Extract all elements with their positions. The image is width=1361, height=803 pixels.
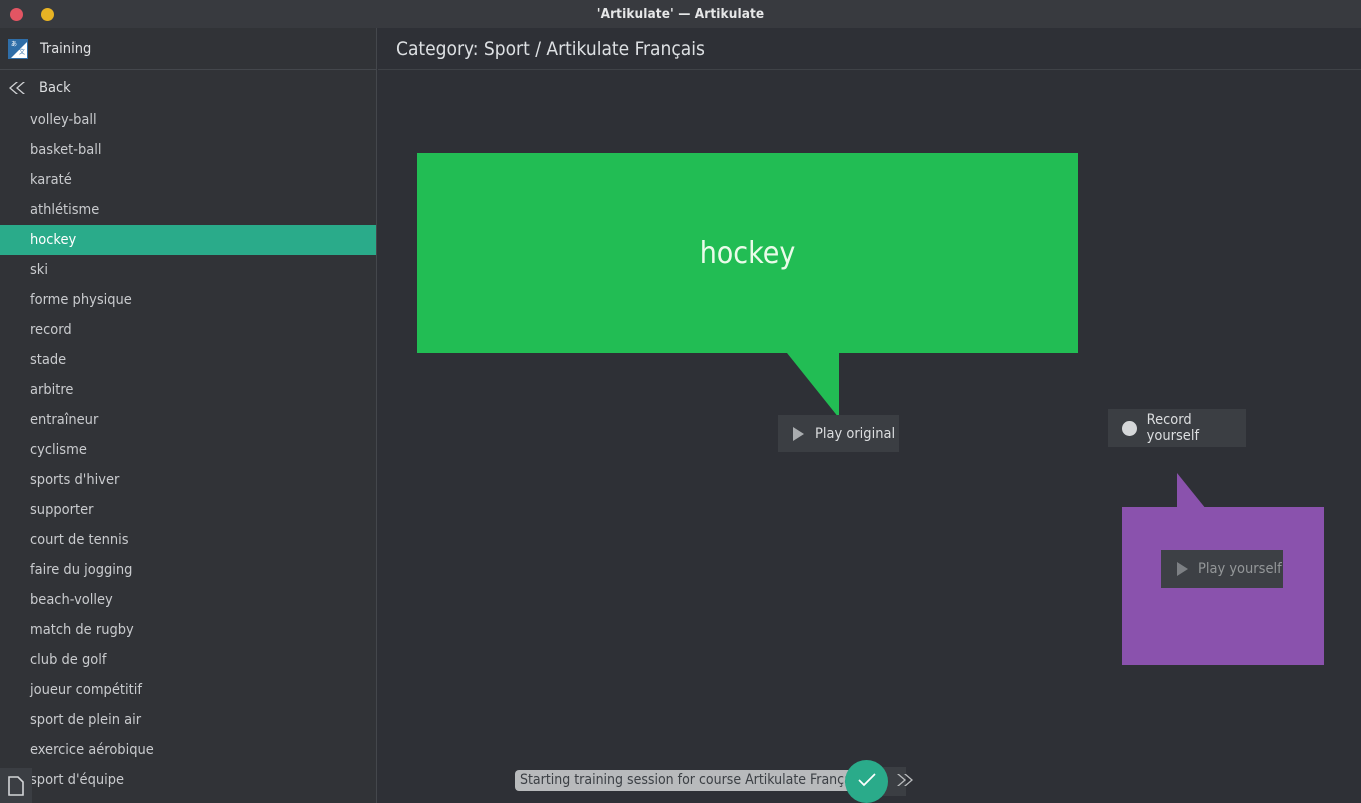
phrase-list-item[interactable]: sport de plein air — [0, 705, 376, 735]
record-circle-icon — [1122, 420, 1137, 436]
back-button[interactable]: Back — [0, 70, 376, 105]
phrase-list-item[interactable]: karaté — [0, 165, 376, 195]
status-bar: Starting training session for course Art… — [378, 759, 1361, 803]
window-title: 'Artikulate' — Artikulate — [596, 6, 765, 22]
training-area: hockey Play original Record yourself Pla… — [378, 70, 1361, 803]
phrase-list[interactable]: volley-ball basket-ball karaté athlétisme ho… — [0, 105, 376, 803]
play-icon — [1177, 562, 1188, 576]
play-yourself-button[interactable]: Play yourself — [1161, 550, 1283, 588]
phrase-list-item[interactable]: forme physique — [0, 285, 376, 315]
phrase-list-item[interactable]: arbitre — [0, 375, 376, 405]
phrase-list-item[interactable]: court de tennis — [0, 525, 376, 555]
play-yourself-label: Play yourself — [1198, 561, 1282, 577]
phrase-list-item[interactable]: volley-ball — [0, 105, 376, 135]
original-phrase-text: hockey — [699, 235, 796, 271]
sidebar-header: あ 文 Training — [0, 28, 376, 70]
category-header: Category: Sport / Artikulate Français — [378, 28, 1361, 70]
phrase-list-item[interactable]: supporter — [0, 495, 376, 525]
double-chevron-left-icon — [6, 77, 28, 99]
play-icon — [793, 426, 804, 441]
phrase-list-item[interactable]: basket-ball — [0, 135, 376, 165]
original-bubble-tail — [787, 353, 839, 418]
sidebar-header-label: Training — [40, 40, 92, 57]
phrase-list-item[interactable]: ski — [0, 255, 376, 285]
sidebar: あ 文 Training Back volley-ball basket-ball… — [0, 28, 377, 803]
phrase-list-item[interactable]: faire du jogging — [0, 555, 376, 585]
skip-button[interactable] — [892, 768, 918, 794]
title-bar: 'Artikulate' — Artikulate — [0, 0, 1361, 28]
artikulate-window: 'Artikulate' — Artikulate あ 文 Training B… — [0, 0, 1361, 803]
phrase-list-item[interactable]: cyclisme — [0, 435, 376, 465]
phrase-list-item[interactable]: sports d'hiver — [0, 465, 376, 495]
phrase-list-item[interactable]: match de rugby — [0, 615, 376, 645]
accept-button[interactable] — [845, 760, 888, 803]
phrase-list-item[interactable]: sport d'équipe — [0, 765, 376, 795]
training-icon: あ 文 — [8, 38, 28, 59]
page-title: Category: Sport / Artikulate Français — [396, 37, 705, 60]
phrase-list-item[interactable]: joueur compétitif — [0, 675, 376, 705]
phrase-list-item[interactable]: stade — [0, 345, 376, 375]
phrase-list-item[interactable]: club de golf — [0, 645, 376, 675]
status-message: Starting training session for course Art… — [515, 770, 871, 791]
phrase-list-item[interactable]: entraîneur — [0, 405, 376, 435]
record-yourself-label: Record yourself — [1146, 412, 1200, 444]
phrase-list-item[interactable]: athlétisme — [0, 195, 376, 225]
record-yourself-button[interactable]: Record yourself — [1108, 409, 1246, 447]
play-original-label: Play original — [815, 425, 896, 442]
back-button-label: Back — [39, 79, 71, 96]
phrase-list-item[interactable]: exercice aérobique — [0, 735, 376, 765]
double-chevron-right-icon — [894, 772, 916, 791]
original-phrase-bubble: hockey — [417, 153, 1078, 353]
phrase-list-item[interactable]: hockey — [0, 225, 376, 255]
main-content: Category: Sport / Artikulate Français ho… — [378, 28, 1361, 803]
check-icon — [856, 771, 878, 793]
phrase-list-item[interactable]: record — [0, 315, 376, 345]
phrase-list-item[interactable]: beach-volley — [0, 585, 376, 615]
phrase-list-item[interactable]: Quels sont les sports que vous aimez? — [0, 795, 376, 803]
play-original-button[interactable]: Play original — [778, 415, 899, 452]
document-icon[interactable] — [0, 768, 32, 803]
